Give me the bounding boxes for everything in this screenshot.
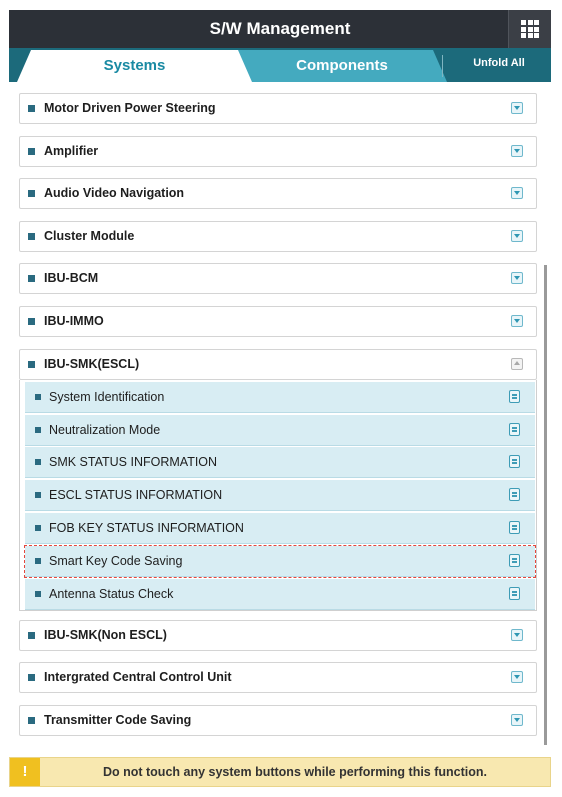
document-icon[interactable] — [509, 587, 520, 600]
system-item[interactable]: Audio Video Navigation — [19, 178, 537, 209]
tab-divider — [442, 55, 443, 77]
warning-text: Do not touch any system buttons while pe… — [102, 765, 488, 779]
bullet-icon — [35, 427, 41, 433]
grid-icon — [521, 20, 539, 38]
bullet-icon — [35, 492, 41, 498]
system-item-label: IBU-BCM — [44, 271, 99, 285]
sub-item-label: System Identification — [49, 390, 165, 404]
system-item[interactable]: Amplifier — [19, 136, 537, 167]
document-icon[interactable] — [509, 390, 520, 403]
expand-down-icon[interactable] — [511, 714, 523, 726]
system-item[interactable]: Cluster Module — [19, 221, 537, 252]
system-item-label: IBU-IMMO — [44, 314, 104, 328]
warning-banner: ! Do not touch any system buttons while … — [9, 757, 551, 787]
bullet-icon — [28, 674, 35, 681]
system-item[interactable]: IBU-BCM — [19, 263, 537, 294]
system-item-label: Motor Driven Power Steering — [44, 101, 216, 115]
bullet-icon — [28, 318, 35, 325]
bullet-icon — [35, 591, 41, 597]
sub-item-highlighted[interactable]: Smart Key Code Saving — [24, 545, 536, 578]
document-icon[interactable] — [509, 554, 520, 567]
system-item-label: IBU-SMK(Non ESCL) — [44, 628, 167, 642]
sub-item-label: FOB KEY STATUS INFORMATION — [49, 521, 244, 535]
document-icon[interactable] — [509, 423, 520, 436]
page-title: S/W Management — [209, 19, 351, 38]
expand-down-icon[interactable] — [511, 145, 523, 157]
expand-down-icon[interactable] — [511, 187, 523, 199]
sub-item-label: Neutralization Mode — [49, 423, 161, 437]
system-item[interactable]: IBU-IMMO — [19, 306, 537, 337]
system-item-label: Audio Video Navigation — [44, 186, 185, 200]
expand-down-icon[interactable] — [511, 671, 523, 683]
tab-systems[interactable]: Systems — [17, 50, 252, 82]
collapse-up-icon[interactable] — [511, 358, 523, 370]
system-item[interactable]: Intergrated Central Control Unit — [19, 662, 537, 693]
bullet-icon — [35, 525, 41, 531]
expand-down-icon[interactable] — [511, 629, 523, 641]
system-item-label: Intergrated Central Control Unit — [44, 670, 232, 684]
bullet-icon — [28, 233, 35, 240]
unfold-all-button[interactable]: Unfold All — [449, 48, 549, 82]
expand-down-icon[interactable] — [511, 272, 523, 284]
system-item-label: IBU-SMK(ESCL) — [44, 357, 140, 371]
app-header: S/W Management — [9, 10, 551, 48]
bullet-icon — [28, 361, 35, 368]
expand-down-icon[interactable] — [511, 230, 523, 242]
document-icon[interactable] — [509, 521, 520, 534]
document-icon[interactable] — [509, 488, 520, 501]
bullet-icon — [28, 190, 35, 197]
warning-icon: ! — [10, 758, 40, 786]
document-icon[interactable] — [509, 455, 520, 468]
expand-down-icon[interactable] — [511, 315, 523, 327]
tab-components[interactable]: Components — [237, 50, 447, 82]
bullet-icon — [28, 275, 35, 282]
sub-item-label: Smart Key Code Saving — [49, 554, 183, 568]
sub-item-label: Antenna Status Check — [49, 587, 174, 601]
expand-down-icon[interactable] — [511, 102, 523, 114]
bullet-icon — [28, 717, 35, 724]
sub-item[interactable]: FOB KEY STATUS INFORMATION — [25, 513, 535, 544]
bullet-icon — [35, 558, 41, 564]
sub-item[interactable]: SMK STATUS INFORMATION — [25, 447, 535, 478]
system-item[interactable]: Motor Driven Power Steering — [19, 93, 537, 124]
bullet-icon — [28, 148, 35, 155]
system-item[interactable]: IBU-SMK(Non ESCL) — [19, 620, 537, 651]
sub-item-label: ESCL STATUS INFORMATION — [49, 488, 223, 502]
sub-item[interactable]: Neutralization Mode — [25, 415, 535, 446]
sub-item[interactable]: Antenna Status Check — [25, 579, 535, 610]
system-item-label: Cluster Module — [44, 229, 135, 243]
scrollbar[interactable] — [544, 265, 547, 745]
sub-item-label: SMK STATUS INFORMATION — [49, 455, 218, 469]
sub-item[interactable]: ESCL STATUS INFORMATION — [25, 480, 535, 511]
system-item[interactable]: Transmitter Code Saving — [19, 705, 537, 736]
bullet-icon — [28, 105, 35, 112]
menu-grid-button[interactable] — [508, 10, 551, 48]
bullet-icon — [35, 394, 41, 400]
system-item-expanded[interactable]: IBU-SMK(ESCL) — [19, 349, 537, 380]
bullet-icon — [35, 459, 41, 465]
system-item-label: Amplifier — [44, 144, 99, 158]
tab-bar: Components Systems Unfold All — [9, 48, 551, 82]
bullet-icon — [28, 632, 35, 639]
system-list: Motor Driven Power Steering Amplifier Au… — [0, 0, 562, 797]
sub-item[interactable]: System Identification — [25, 382, 535, 413]
system-item-label: Transmitter Code Saving — [44, 713, 192, 727]
